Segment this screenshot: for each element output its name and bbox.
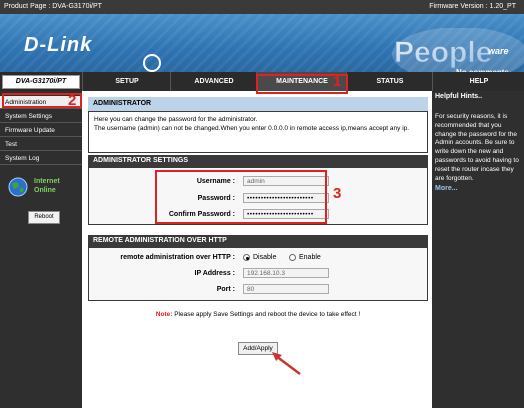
ip-address-field[interactable]: 192.168.10.3 <box>243 268 329 278</box>
internet-status: Internet Online <box>6 175 78 205</box>
product-page-label: Product Page : DVA-G3170i/PT <box>4 3 102 10</box>
help-title: Helpful Hints.. <box>435 93 483 100</box>
note-prefix: Note: <box>155 311 173 318</box>
tab-advanced[interactable]: ADVANCED <box>170 72 257 91</box>
header-banner: D-Link People ware No comments <box>0 14 524 72</box>
sidebar-item-system-log[interactable]: System Log <box>0 152 82 165</box>
ware-logo-text: ware <box>488 46 509 56</box>
annotation-number-1: 1 <box>333 73 342 90</box>
model-label: DVA-G3170i/PT <box>2 75 80 89</box>
top-info-bar: Product Page : DVA-G3170i/PT Firmware Ve… <box>0 0 524 14</box>
help-panel: Helpful Hints.. For security reasons, it… <box>432 91 524 408</box>
administrator-description-box: Here you can change the password for the… <box>88 111 428 153</box>
radio-selected-dot <box>245 256 249 260</box>
sidebar-item-system-settings[interactable]: System Settings <box>0 110 82 123</box>
enable-radio[interactable] <box>289 254 296 261</box>
enable-label: Enable <box>299 254 321 261</box>
annotation-number-3: 3 <box>333 185 342 202</box>
tab-setup[interactable]: SETUP <box>82 72 171 91</box>
arrow-icon <box>272 352 301 375</box>
port-field[interactable]: 80 <box>243 284 329 294</box>
annotation-number-2: 2 <box>68 92 77 109</box>
globe-icon <box>8 177 28 197</box>
sidebar-item-test[interactable]: Test <box>0 138 82 151</box>
administrator-title: ADMINISTRATOR <box>88 97 428 111</box>
disable-label: Disable <box>253 254 277 261</box>
main-content: ADMINISTRATOR Here you can change the pa… <box>84 91 432 408</box>
remote-admin-title: REMOTE ADMINISTRATION OVER HTTP <box>88 235 428 247</box>
help-more-link[interactable]: More... <box>435 185 458 192</box>
administrator-settings-title: ADMINISTRATOR SETTINGS <box>88 155 428 167</box>
port-label: Port : <box>216 286 235 293</box>
dlink-logo-circle-icon <box>143 54 161 72</box>
internet-status-text: Internet Online <box>34 177 60 195</box>
annotation-box-passwords <box>155 170 327 224</box>
sidebar: Administration System Settings Firmware … <box>0 91 82 408</box>
peopleware-logo: People ware No comments <box>392 28 524 72</box>
internet-status-line2: Online <box>34 187 56 194</box>
tab-status[interactable]: STATUS <box>346 72 433 91</box>
internet-status-line1: Internet <box>34 178 60 185</box>
sidebar-item-firmware-update[interactable]: Firmware Update <box>0 124 82 137</box>
remote-admin-box: remote administration over HTTP : Disabl… <box>88 247 428 301</box>
help-text: For security reasons, it is recommended … <box>435 113 519 182</box>
disable-radio[interactable] <box>243 254 250 261</box>
tab-help[interactable]: HELP <box>432 72 524 91</box>
remote-http-label: remote administration over HTTP : <box>120 254 235 261</box>
reboot-button[interactable]: Reboot <box>28 211 60 224</box>
dlink-logo: D-Link <box>24 34 93 56</box>
admin-desc-line2: The username (admin) can not be changed.… <box>94 124 410 132</box>
note-text: Note: Please apply Save Settings and reb… <box>84 311 432 318</box>
ip-address-label: IP Address : <box>194 270 235 277</box>
people-logo-text: People <box>394 36 492 69</box>
firmware-version-label: Firmware Version : 1.20_PT <box>429 3 516 10</box>
note-body: Please apply Save Settings and reboot th… <box>174 311 361 318</box>
administrator-description: Here you can change the password for the… <box>94 116 424 133</box>
admin-desc-line1: Here you can change the password for the… <box>94 116 258 123</box>
